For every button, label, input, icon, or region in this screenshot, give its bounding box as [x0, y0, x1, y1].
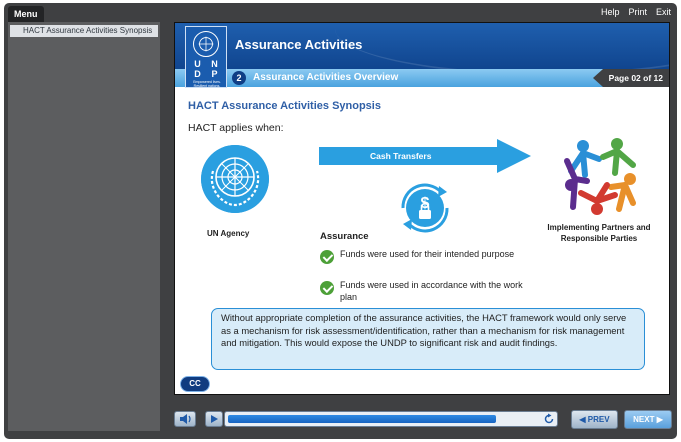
- sidebar-menu: HACT Assurance Activities Synopsis: [8, 22, 160, 431]
- course-title: Assurance Activities: [235, 37, 363, 52]
- assurance-item-text: Funds were used in accordance with the w…: [340, 280, 523, 302]
- prev-button[interactable]: ◀ PREV: [571, 410, 618, 429]
- help-link[interactable]: Help: [601, 6, 620, 18]
- money-lock-icon: $: [401, 183, 449, 233]
- section-number-badge: 2: [232, 71, 246, 85]
- assurance-heading: Assurance: [320, 231, 369, 242]
- print-link[interactable]: Print: [628, 6, 647, 18]
- next-button[interactable]: NEXT ▶: [624, 410, 672, 429]
- page-indicator: Page 02 of 12: [593, 69, 669, 87]
- closed-captions-button[interactable]: CC: [180, 376, 210, 392]
- play-icon: [211, 415, 218, 423]
- un-agency-label: UN Agency: [207, 229, 250, 238]
- undp-tagline: Empowered lives. Resilient nations.: [193, 80, 221, 88]
- check-icon: [320, 250, 334, 264]
- slide-content: Assurance Activities 2 Assurance Activit…: [174, 22, 670, 395]
- replay-icon[interactable]: [543, 413, 555, 425]
- slide-title: HACT Assurance Activities Synopsis: [188, 100, 381, 112]
- volume-button[interactable]: [174, 411, 196, 427]
- volume-icon: [180, 414, 191, 424]
- sidebar-item-hact-synopsis[interactable]: HACT Assurance Activities Synopsis: [10, 25, 158, 37]
- warning-callout: Without appropriate completion of the as…: [211, 308, 645, 370]
- section-bar: 2 Assurance Activities Overview Page 02 …: [175, 69, 669, 87]
- progress-fill: [228, 415, 496, 423]
- progress-bar[interactable]: [224, 411, 558, 427]
- assurance-item: Funds were used for their intended purpo…: [320, 248, 530, 264]
- play-button[interactable]: [205, 411, 223, 427]
- partners-label: Implementing Partners and Responsible Pa…: [547, 223, 651, 243]
- people-circle-icon: [564, 138, 636, 215]
- exit-link[interactable]: Exit: [656, 6, 671, 18]
- applies-text: HACT applies when:: [188, 122, 284, 134]
- assurance-item-text: Funds were used for their intended purpo…: [340, 249, 515, 259]
- top-links: Help Print Exit: [601, 6, 671, 18]
- un-emblem-icon: [193, 31, 219, 57]
- assurance-item: Funds were used in accordance with the w…: [320, 279, 530, 303]
- undp-logo: UN DP Empowered lives. Resilient nations…: [185, 26, 227, 88]
- check-icon: [320, 281, 334, 295]
- menu-tab[interactable]: Menu: [8, 6, 44, 22]
- undp-letters: UN DP: [194, 59, 218, 79]
- section-title: Assurance Activities Overview: [253, 72, 399, 83]
- cash-transfers-label: Cash Transfers: [370, 151, 432, 161]
- un-emblem-icon: [201, 145, 269, 213]
